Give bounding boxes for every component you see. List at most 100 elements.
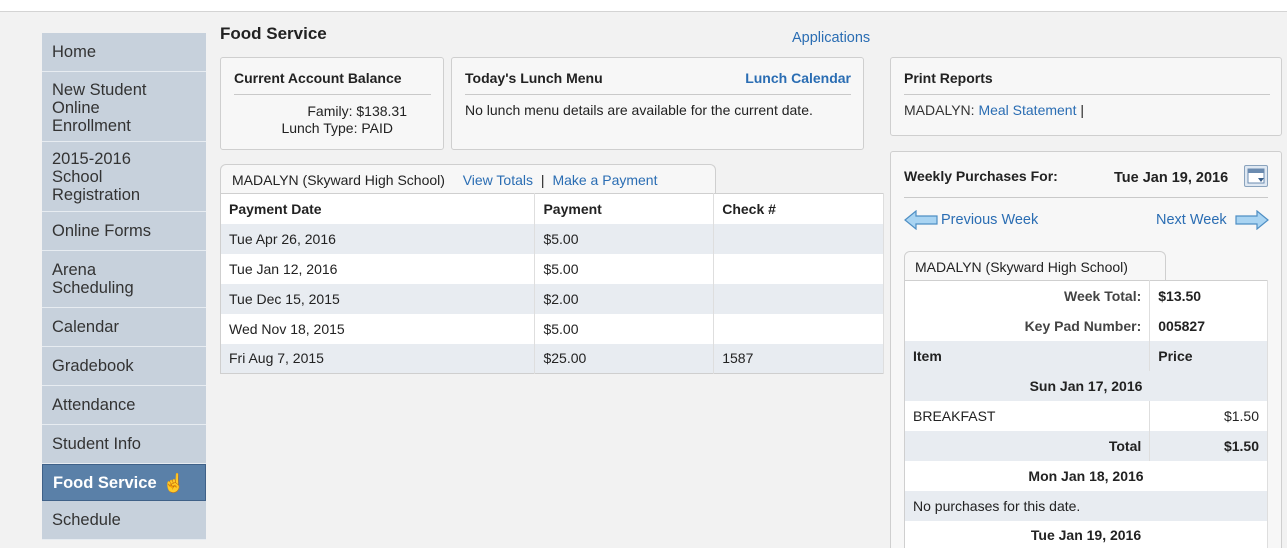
sidebar-item-school-registration[interactable]: 2015-2016 School Registration: [42, 142, 206, 212]
sidebar-item-label: New Student Online Enrollment: [52, 80, 147, 135]
meal-statement-link[interactable]: Meal Statement: [978, 102, 1076, 118]
check-number: 1587: [713, 343, 884, 374]
sidebar-item-new-student-enrollment[interactable]: New Student Online Enrollment: [42, 72, 206, 142]
sidebar-item-label: Schedule: [52, 511, 121, 529]
family-label: Family:: [307, 103, 353, 119]
view-totals-link[interactable]: View Totals: [463, 172, 533, 188]
item-price: $1.50: [1149, 400, 1268, 431]
no-purchases-message: No purchases for this date.: [904, 490, 1268, 521]
day-header: Tue Jan 19, 2016: [904, 520, 1268, 548]
table-row: Week Total: $13.50: [904, 280, 1268, 311]
table-row: BREAKFAST $1.50: [904, 400, 1268, 431]
table-row: Key Pad Number: 005827: [904, 310, 1268, 341]
payment-date: Tue Dec 15, 2015: [220, 283, 536, 314]
table-row: No purchases for this date.: [904, 490, 1268, 521]
check-number: [713, 223, 884, 254]
check-number: [713, 253, 884, 284]
column-header: Check #: [713, 193, 884, 224]
sidebar-item-online-forms[interactable]: Online Forms: [42, 212, 206, 251]
weekly-purchases-table: Week Total: $13.50 Key Pad Number: 00582…: [904, 280, 1268, 548]
total-label: Total: [904, 430, 1151, 461]
lunch-menu-panel: Today's Lunch Menu Lunch Calendar No lun…: [451, 57, 864, 150]
table-header-row: Item Price: [904, 340, 1268, 371]
print-reports-student: MADALYN:: [904, 102, 975, 118]
weekly-purchases-title: Weekly Purchases For:: [904, 168, 1058, 184]
sidebar-item-schedule[interactable]: Schedule: [42, 501, 206, 540]
sidebar-item-label: 2015-2016 School Registration: [52, 149, 141, 204]
applications-link[interactable]: Applications: [792, 30, 870, 46]
keypad-value: 005827: [1149, 310, 1268, 341]
column-header: Item: [904, 340, 1151, 371]
table-row: Tue Jan 12, 2016 $5.00: [220, 253, 884, 284]
column-header: Price: [1149, 340, 1268, 371]
sidebar-item-label: Home: [52, 43, 97, 61]
check-number: [713, 283, 884, 314]
sidebar-item-label: Calendar: [52, 318, 119, 336]
top-bar: [0, 0, 1287, 12]
table-row: Tue Apr 26, 2016 $5.00: [220, 223, 884, 254]
table-row: Wed Nov 18, 2015 $5.00: [220, 313, 884, 344]
sidebar-item-label: Arena Scheduling: [52, 261, 134, 297]
sidebar-item-label: Attendance: [52, 396, 136, 414]
table-row: Fri Aug 7, 2015 $25.00 1587: [220, 343, 884, 374]
payment-date: Tue Jan 12, 2016: [220, 253, 536, 284]
payment-amount: $5.00: [534, 223, 715, 254]
weekly-student-tab[interactable]: MADALYN (Skyward High School): [904, 251, 1166, 281]
table-row: Tue Dec 15, 2015 $2.00: [220, 283, 884, 314]
table-header-row: Payment Date Payment Check #: [220, 193, 884, 224]
check-number: [713, 313, 884, 344]
sidebar-item-label: Student Info: [52, 435, 141, 453]
hand-pointer-icon: ☝: [162, 472, 186, 493]
sidebar-item-student-info[interactable]: Student Info: [42, 425, 206, 464]
week-total-value: $13.50: [1149, 280, 1268, 311]
day-header: Sun Jan 17, 2016: [904, 370, 1268, 401]
separator: |: [1080, 102, 1085, 118]
payment-date: Wed Nov 18, 2015: [220, 313, 536, 344]
payment-amount: $25.00: [534, 343, 715, 374]
item-name: BREAKFAST: [904, 400, 1151, 431]
payment-date: Tue Apr 26, 2016: [220, 223, 536, 254]
day-header-row: Mon Jan 18, 2016: [904, 460, 1268, 491]
payment-amount: $2.00: [534, 283, 715, 314]
sidebar-item-gradebook[interactable]: Gradebook: [42, 347, 206, 386]
sidebar-item-arena-scheduling[interactable]: Arena Scheduling: [42, 251, 206, 308]
total-value: $1.50: [1149, 430, 1268, 461]
calendar-icon[interactable]: [1244, 165, 1268, 187]
sidebar-item-attendance[interactable]: Attendance: [42, 386, 206, 425]
sidebar-item-food-service[interactable]: Food Service ☝: [42, 464, 206, 501]
payment-date: Fri Aug 7, 2015: [220, 343, 536, 374]
student-tab-label[interactable]: MADALYN (Skyward High School): [232, 172, 445, 188]
week-total-label: Week Total:: [904, 280, 1151, 311]
sidebar-item-home[interactable]: Home: [42, 33, 206, 72]
lunch-type-value: PAID: [361, 120, 393, 136]
print-reports-panel: Print Reports MADALYN: Meal Statement |: [890, 57, 1282, 136]
page-title: Food Service: [220, 24, 327, 43]
sidebar-item-label: Online Forms: [52, 222, 152, 240]
payments-tab: MADALYN (Skyward High School) View Total…: [220, 164, 716, 194]
payments-table: Payment Date Payment Check # Tue Apr 26,…: [220, 193, 884, 374]
column-header: Payment: [534, 193, 715, 224]
keypad-label: Key Pad Number:: [904, 310, 1151, 341]
previous-week-arrow-icon[interactable]: [904, 209, 938, 231]
sidebar-nav: Home New Student Online Enrollment 2015-…: [42, 33, 206, 540]
next-week-arrow-icon[interactable]: [1235, 209, 1269, 231]
day-header-row: Sun Jan 17, 2016: [904, 370, 1268, 401]
lunch-menu-title: Today's Lunch Menu: [465, 70, 603, 86]
previous-week-link[interactable]: Previous Week: [941, 212, 1038, 228]
separator: |: [540, 172, 545, 188]
family-balance: $138.31: [356, 103, 407, 119]
column-header: Payment Date: [220, 193, 536, 224]
next-week-link[interactable]: Next Week: [1156, 212, 1227, 228]
sidebar-item-label: Gradebook: [52, 357, 134, 375]
sidebar-item-calendar[interactable]: Calendar: [42, 308, 206, 347]
day-header: Mon Jan 18, 2016: [904, 460, 1268, 491]
payment-amount: $5.00: [534, 253, 715, 284]
day-header-row: Tue Jan 19, 2016: [904, 520, 1268, 548]
payment-amount: $5.00: [534, 313, 715, 344]
account-balance-title: Current Account Balance: [234, 70, 402, 86]
weekly-purchases-date: Tue Jan 19, 2016: [1114, 170, 1229, 186]
make-payment-link[interactable]: Make a Payment: [552, 172, 657, 188]
print-reports-title: Print Reports: [904, 70, 993, 86]
lunch-calendar-link[interactable]: Lunch Calendar: [745, 70, 851, 86]
account-balance-panel: Current Account Balance Family: $138.31 …: [220, 57, 444, 150]
